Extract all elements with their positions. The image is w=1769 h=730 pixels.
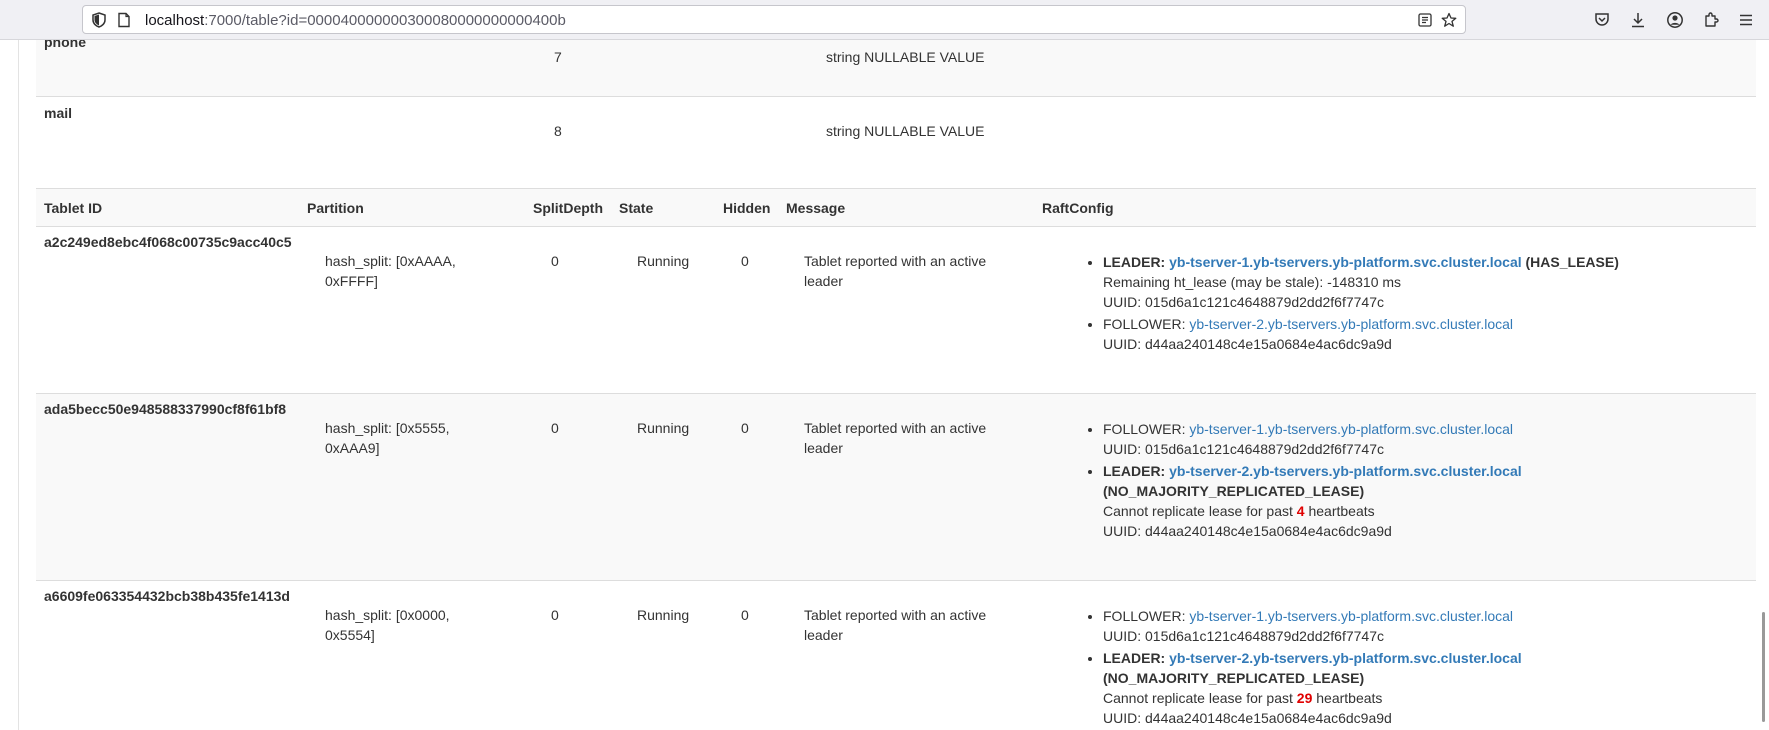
- bookmark-star-icon[interactable]: [1441, 12, 1457, 28]
- table-row: ada5becc50e948588337990cf8f61bf8 hash_sp…: [36, 393, 1756, 580]
- pocket-icon[interactable]: [1593, 11, 1611, 29]
- message-line: Tablet reported with an active: [804, 253, 987, 269]
- peer-lease: (HAS_LEASE): [1525, 254, 1619, 270]
- peer-role: FOLLOWER:: [1103, 316, 1186, 332]
- column-row: mail 8 string NULLABLE VALUE: [36, 96, 1756, 170]
- tablet-id: ada5becc50e948588337990cf8f61bf8: [44, 401, 287, 417]
- heartbeat-count: 29: [1296, 690, 1313, 706]
- header-split-depth: SplitDepth: [533, 200, 603, 216]
- message-line: leader: [804, 440, 843, 456]
- hidden-flag: 0: [741, 253, 749, 269]
- extensions-icon[interactable]: [1702, 11, 1720, 29]
- peer-uuid: UUID: 015d6a1c121c4648879d2dd2f6f7747c: [1103, 294, 1385, 310]
- peer-role: LEADER:: [1103, 254, 1166, 270]
- raft-peer: FOLLOWER: yb-tserver-1.yb-tservers.yb-pl…: [1103, 606, 1522, 646]
- shield-icon[interactable]: [91, 12, 107, 28]
- peer-uuid: UUID: d44aa240148c4e15a0684e4ac6dc9a9d: [1103, 336, 1392, 352]
- header-raft-config: RaftConfig: [1042, 200, 1114, 216]
- partition-line: hash_split: [0x0000,: [325, 607, 450, 623]
- peer-host-link[interactable]: yb-tserver-2.yb-tservers.yb-platform.svc…: [1169, 463, 1522, 479]
- column-type: string NULLABLE VALUE: [826, 49, 985, 65]
- peer-host-link[interactable]: yb-tserver-1.yb-tservers.yb-platform.svc…: [1169, 254, 1522, 270]
- heartbeat-count: 4: [1296, 503, 1305, 519]
- scrollbar-thumb[interactable]: [1762, 612, 1765, 722]
- tablets-table-header: Tablet ID Partition SplitDepth State Hid…: [36, 188, 1756, 227]
- header-tablet-id: Tablet ID: [44, 200, 103, 216]
- peer-role: LEADER:: [1103, 650, 1166, 666]
- peer-host-link[interactable]: yb-tserver-2.yb-tservers.yb-platform.svc…: [1189, 316, 1513, 332]
- message-line: Tablet reported with an active: [804, 420, 987, 436]
- raft-peer: LEADER: yb-tserver-1.yb-tservers.yb-plat…: [1103, 252, 1619, 312]
- account-icon[interactable]: [1666, 11, 1684, 29]
- peer-role: LEADER:: [1103, 463, 1166, 479]
- raft-peer: LEADER: yb-tserver-2.yb-tservers.yb-plat…: [1103, 648, 1522, 728]
- peer-note-prefix: Cannot replicate lease for past: [1103, 503, 1293, 519]
- peer-lease: (NO_MAJORITY_REPLICATED_LEASE): [1103, 670, 1365, 686]
- table-row: a2c249ed8ebc4f068c00735c9acc40c5 hash_sp…: [36, 227, 1756, 393]
- peer-host-link[interactable]: yb-tserver-2.yb-tservers.yb-platform.svc…: [1169, 650, 1522, 666]
- raft-config-list: LEADER: yb-tserver-1.yb-tservers.yb-plat…: [1083, 252, 1619, 356]
- column-name: mail: [44, 105, 73, 121]
- peer-role: FOLLOWER:: [1103, 421, 1186, 437]
- reader-view-icon[interactable]: [1417, 12, 1433, 28]
- url-text[interactable]: localhost:7000/table?id=0000400000003000…: [145, 12, 566, 29]
- raft-config-list: FOLLOWER: yb-tserver-1.yb-tservers.yb-pl…: [1083, 419, 1522, 543]
- header-message: Message: [786, 200, 846, 216]
- partition-line: hash_split: [0xAAAA,: [325, 253, 456, 269]
- tablet-state: Running: [637, 420, 690, 436]
- split-depth: 0: [551, 607, 559, 623]
- download-icon[interactable]: [1629, 11, 1647, 29]
- tablet-state: Running: [637, 253, 690, 269]
- peer-role: FOLLOWER:: [1103, 608, 1186, 624]
- peer-uuid: UUID: 015d6a1c121c4648879d2dd2f6f7747c: [1103, 628, 1385, 644]
- split-depth: 0: [551, 420, 559, 436]
- column-name: phone: [44, 40, 86, 50]
- browser-toolbar: localhost:7000/table?id=0000400000003000…: [0, 0, 1769, 40]
- split-depth: 0: [551, 253, 559, 269]
- peer-host-link[interactable]: yb-tserver-1.yb-tservers.yb-platform.svc…: [1189, 608, 1513, 624]
- peer-uuid: UUID: d44aa240148c4e15a0684e4ac6dc9a9d: [1103, 710, 1392, 726]
- table-row: a6609fe063354432bcb38b435fe1413d hash_sp…: [36, 580, 1756, 730]
- peer-note-suffix: heartbeats: [1316, 690, 1383, 706]
- peer-note-prefix: Cannot replicate lease for past: [1103, 690, 1293, 706]
- peer-uuid: UUID: d44aa240148c4e15a0684e4ac6dc9a9d: [1103, 523, 1392, 539]
- raft-peer: FOLLOWER: yb-tserver-2.yb-tservers.yb-pl…: [1103, 314, 1619, 354]
- peer-note: Remaining ht_lease (may be stale): -1483…: [1103, 274, 1402, 290]
- header-state: State: [619, 200, 654, 216]
- message-line: leader: [804, 273, 843, 289]
- column-id: 7: [554, 49, 562, 65]
- hidden-flag: 0: [741, 420, 749, 436]
- partition-line: 0xFFFF]: [325, 273, 378, 289]
- message-line: leader: [804, 627, 843, 643]
- header-partition: Partition: [307, 200, 364, 216]
- tablet-id: a6609fe063354432bcb38b435fe1413d: [44, 588, 290, 604]
- hidden-flag: 0: [741, 607, 749, 623]
- partition-line: hash_split: [0x5555,: [325, 420, 450, 436]
- partition-line: 0xAAA9]: [325, 440, 380, 456]
- left-border: [18, 40, 19, 730]
- page-content: phone 7 string NULLABLE VALUE mail 8 str…: [0, 40, 1769, 730]
- menu-icon[interactable]: [1737, 11, 1755, 29]
- peer-note-suffix: heartbeats: [1308, 503, 1375, 519]
- page-icon[interactable]: [116, 12, 132, 28]
- peer-lease: (NO_MAJORITY_REPLICATED_LEASE): [1103, 483, 1365, 499]
- address-bar[interactable]: localhost:7000/table?id=0000400000003000…: [82, 5, 1466, 34]
- raft-peer: LEADER: yb-tserver-2.yb-tservers.yb-plat…: [1103, 461, 1522, 541]
- peer-host-link[interactable]: yb-tserver-1.yb-tservers.yb-platform.svc…: [1189, 421, 1513, 437]
- column-type: string NULLABLE VALUE: [826, 123, 985, 139]
- header-hidden: Hidden: [723, 200, 771, 216]
- raft-config-list: FOLLOWER: yb-tserver-1.yb-tservers.yb-pl…: [1083, 606, 1522, 730]
- partition-line: 0x5554]: [325, 627, 375, 643]
- column-id: 8: [554, 123, 562, 139]
- message-line: Tablet reported with an active: [804, 607, 987, 623]
- peer-uuid: UUID: 015d6a1c121c4648879d2dd2f6f7747c: [1103, 441, 1385, 457]
- column-row: phone 7 string NULLABLE VALUE: [36, 40, 1756, 96]
- tablet-state: Running: [637, 607, 690, 623]
- tablet-id: a2c249ed8ebc4f068c00735c9acc40c5: [44, 234, 292, 250]
- raft-peer: FOLLOWER: yb-tserver-1.yb-tservers.yb-pl…: [1103, 419, 1522, 459]
